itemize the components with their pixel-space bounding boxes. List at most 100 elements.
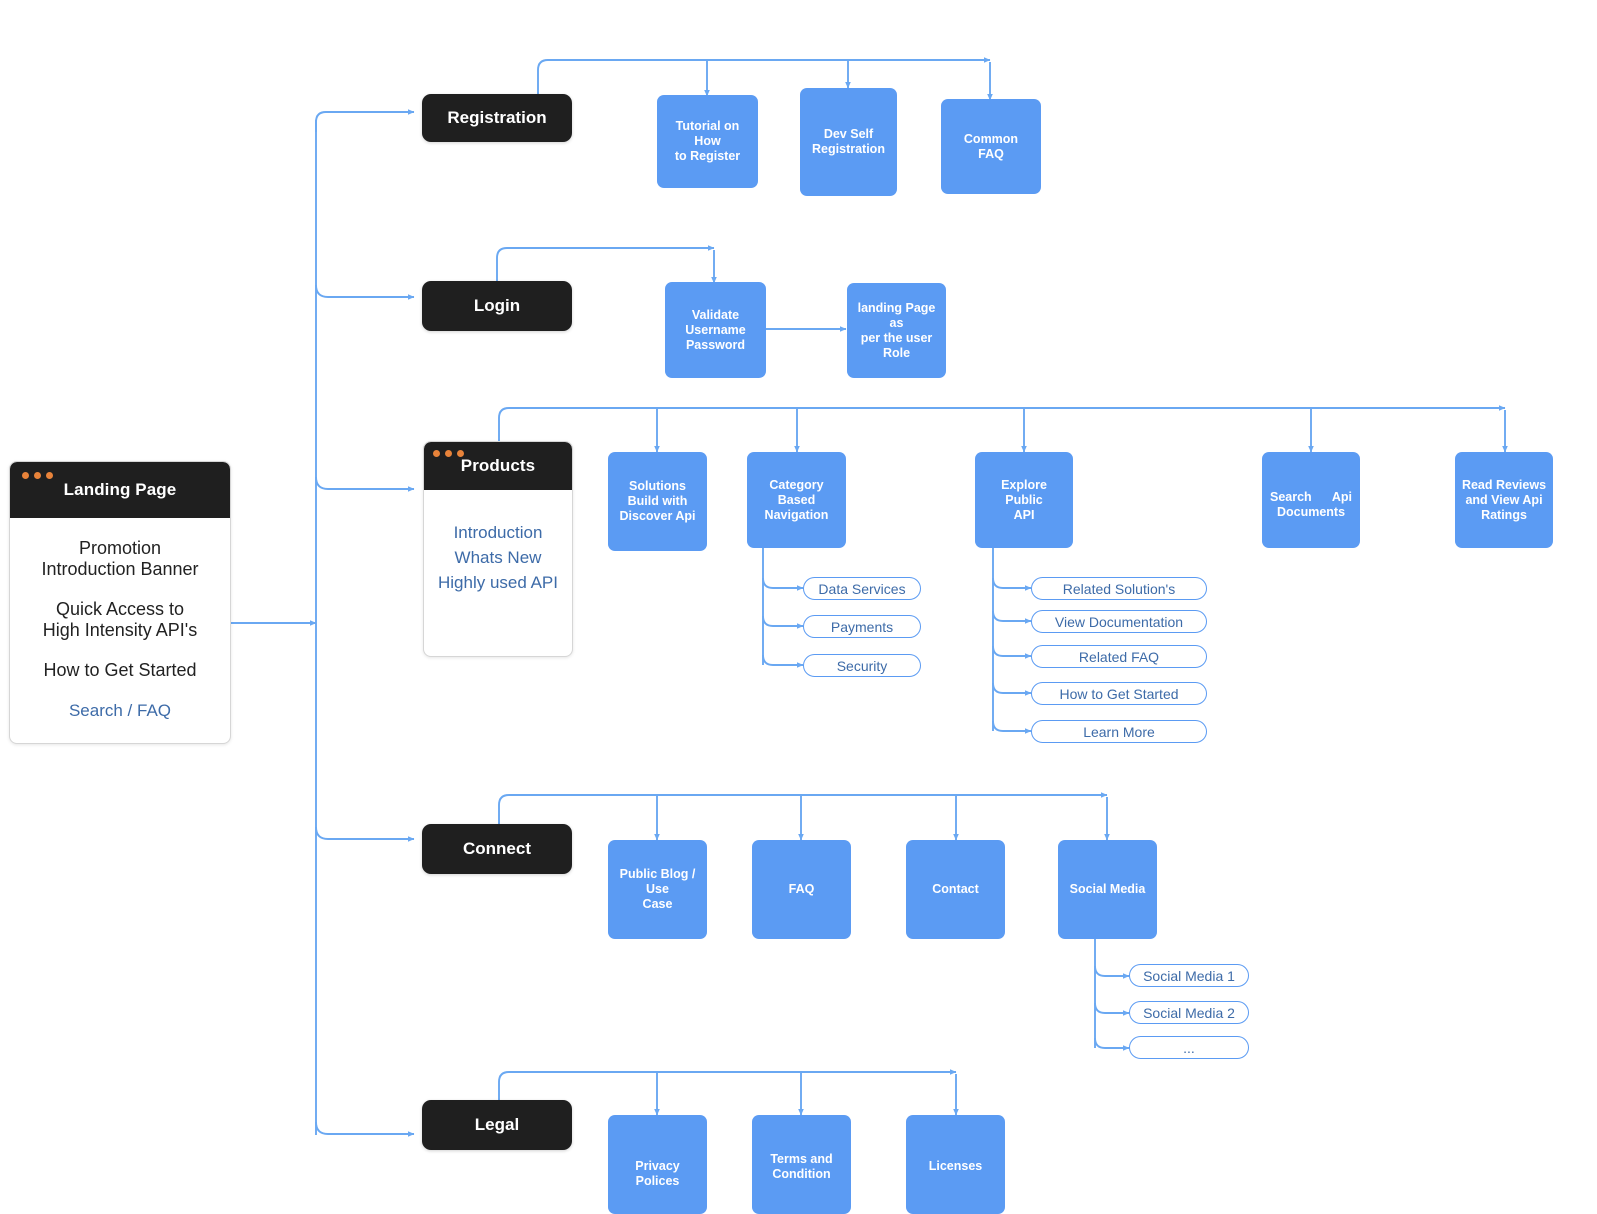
pill-security[interactable]: Security: [803, 654, 921, 677]
section-header-connect-label: Connect: [463, 839, 531, 858]
node-line-1: Privacy Polices: [635, 1159, 680, 1188]
node-explore-public-api[interactable]: Explore Public API: [975, 452, 1073, 548]
node-line-2: Condition: [772, 1167, 831, 1181]
node-label: Dev Self Registration: [812, 127, 885, 157]
products-titlebar: Products: [424, 442, 572, 490]
node-search-api-documents[interactable]: Search Api Documents: [1262, 452, 1360, 548]
products-link-whats-new[interactable]: Whats New: [455, 545, 542, 570]
node-label: Solutions Build with Discover Api: [620, 479, 696, 524]
node-licenses[interactable]: Licenses: [906, 1115, 1005, 1214]
node-tutorial-how-to-register[interactable]: Tutorial on How to Register: [657, 95, 758, 188]
node-line-1: Dev Self: [823, 127, 874, 141]
landing-search-faq-link[interactable]: Search / FAQ: [69, 698, 171, 723]
landing-line-1: Promotion: [78, 538, 162, 558]
node-line-3: Password: [685, 337, 746, 352]
node-category-based-navigation[interactable]: Category Based Navigation: [747, 452, 846, 548]
node-contact[interactable]: Contact: [906, 840, 1005, 939]
section-header-legal-label: Legal: [474, 1115, 520, 1134]
pill-label: Payments: [830, 618, 894, 635]
landing-line-2: Introduction Banner: [41, 559, 199, 579]
pill-data-services[interactable]: Data Services: [803, 577, 921, 600]
node-landing-page-per-user-role[interactable]: landing Page as per the user Role: [847, 283, 946, 378]
traffic-lights-icon: [22, 472, 53, 479]
node-line-1: FAQ: [788, 882, 815, 896]
node-line-1: Validate: [691, 307, 740, 322]
landing-page-body: Promotion Introduction Banner Quick Acce…: [10, 518, 230, 723]
pill-label: Social Media 1: [1143, 967, 1235, 984]
node-line-3: Ratings: [1481, 507, 1527, 522]
node-solutions-build-with-discover-api[interactable]: Solutions Build with Discover Api: [608, 452, 707, 551]
products-body: Introduction Whats New Highly used API: [424, 490, 572, 595]
pill-label: Data Services: [818, 580, 906, 597]
section-header-registration-label: Registration: [447, 108, 547, 127]
pill-related-solutions[interactable]: Related Solution's: [1031, 577, 1207, 600]
section-header-login-label: Login: [473, 296, 521, 315]
traffic-lights-icon: [433, 450, 464, 457]
node-privacy-polices[interactable]: Privacy Polices: [608, 1115, 707, 1214]
node-label: Explore Public API: [981, 478, 1067, 523]
node-line-2: Username: [685, 322, 746, 337]
node-line-2: to Register: [674, 149, 741, 163]
node-faq[interactable]: FAQ: [752, 840, 851, 939]
node-line-1: Read Reviews: [1461, 477, 1547, 492]
node-label: Read Reviews and View Api Ratings: [1462, 478, 1546, 523]
landing-page-window[interactable]: Landing Page Promotion Introduction Bann…: [9, 461, 231, 744]
node-dev-self-registration[interactable]: Dev Self Registration: [800, 88, 897, 196]
landing-line-4: High Intensity API's: [42, 620, 198, 640]
node-label: Tutorial on How to Register: [663, 119, 752, 164]
node-line-1: Contact: [932, 882, 979, 896]
pill-payments[interactable]: Payments: [803, 615, 921, 638]
landing-page-title: Landing Page: [63, 480, 177, 499]
pill-social-media-1[interactable]: Social Media 1: [1129, 964, 1249, 987]
node-line-2: Registration: [812, 142, 885, 156]
products-link-introduction[interactable]: Introduction: [454, 520, 543, 545]
node-line-1: Terms and: [770, 1152, 833, 1166]
node-label: Category Based Navigation: [753, 478, 840, 523]
node-label: Public Blog / Use Case: [614, 867, 701, 912]
connector-layer: [231, 57, 1508, 1137]
node-line-1: landing Page as: [857, 300, 936, 330]
node-terms-and-condition[interactable]: Terms and Condition: [752, 1115, 851, 1214]
pill-label: View Documentation: [1054, 613, 1184, 630]
landing-line-5: How to Get Started: [43, 660, 197, 680]
node-social-media[interactable]: Social Media: [1058, 840, 1157, 939]
node-validate-username-password[interactable]: Validate Username Password: [665, 282, 766, 378]
pill-view-documentation[interactable]: View Documentation: [1031, 610, 1207, 633]
node-line-1: Solutions: [629, 479, 686, 493]
node-line-1: Explore Public: [1001, 477, 1047, 507]
pill-related-faq[interactable]: Related FAQ: [1031, 645, 1207, 668]
node-line-1: Social Media: [1069, 882, 1146, 896]
node-read-reviews-view-api-ratings[interactable]: Read Reviews and View Api Ratings: [1455, 452, 1553, 548]
node-line-2: Case: [642, 897, 673, 911]
node-label: landing Page as per the user Role: [853, 301, 940, 361]
node-common-faq[interactable]: Common FAQ: [941, 99, 1041, 194]
node-line-1: Common: [963, 131, 1019, 146]
pill-label: Related FAQ: [1078, 648, 1160, 665]
node-label: Common FAQ: [964, 132, 1018, 162]
section-header-registration[interactable]: Registration: [422, 94, 572, 142]
node-line-1: Licenses: [928, 1159, 983, 1173]
pill-how-to-get-started[interactable]: How to Get Started: [1031, 682, 1207, 705]
node-line-1: Category Based: [769, 477, 824, 507]
pill-social-media-2[interactable]: Social Media 2: [1129, 1001, 1249, 1024]
section-header-legal[interactable]: Legal: [422, 1100, 572, 1150]
pill-label: Security: [836, 657, 888, 674]
node-line-2: API: [1013, 507, 1035, 522]
pill-social-media-more[interactable]: ...: [1129, 1036, 1249, 1059]
section-header-login[interactable]: Login: [422, 281, 572, 331]
node-line-2: Navigation: [764, 507, 829, 522]
node-line-2: Build with: [627, 494, 688, 508]
products-link-highly-used-api[interactable]: Highly used API: [438, 570, 558, 595]
landing-line-3: Quick Access to: [55, 599, 185, 619]
products-title: Products: [460, 456, 536, 475]
node-label: Validate Username Password: [685, 308, 745, 353]
node-public-blog-use-case[interactable]: Public Blog / Use Case: [608, 840, 707, 939]
products-window[interactable]: Products Introduction Whats New Highly u…: [423, 441, 573, 657]
section-header-connect[interactable]: Connect: [422, 824, 572, 874]
node-line-1b: Api: [1331, 490, 1352, 504]
node-line-2: per the user Role: [860, 330, 933, 360]
pill-label: How to Get Started: [1059, 685, 1179, 702]
pill-label: Related Solution's: [1062, 580, 1176, 597]
landing-page-titlebar: Landing Page: [10, 462, 230, 518]
pill-learn-more[interactable]: Learn More: [1031, 720, 1207, 743]
